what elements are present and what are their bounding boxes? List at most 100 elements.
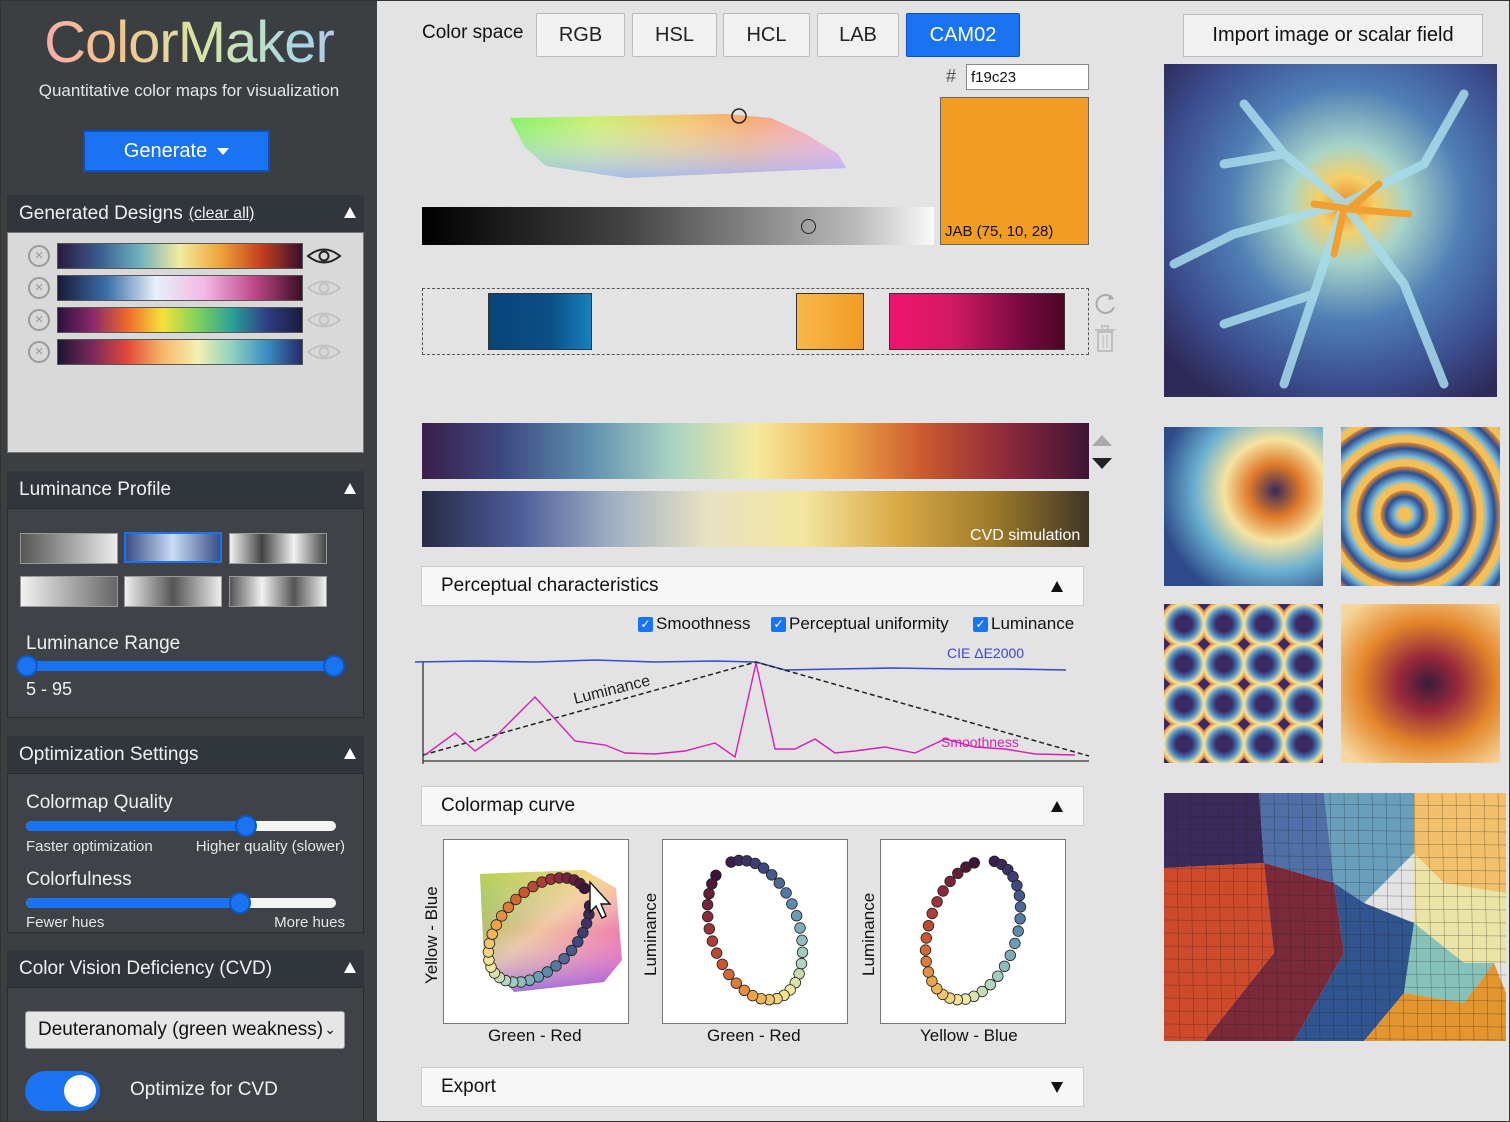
clear-all-link[interactable]: (clear all) (189, 205, 255, 223)
eye-icon[interactable] (306, 309, 342, 331)
luminance-profile-option[interactable] (20, 576, 118, 607)
curve-point (716, 958, 729, 971)
cvd-selected-value: Deuteranomaly (green weakness) (38, 1019, 324, 1040)
curve-point (730, 977, 743, 989)
lightness-handle[interactable] (801, 219, 816, 234)
quality-handle[interactable] (235, 815, 258, 837)
plot3-ylabel: Luminance (859, 892, 878, 976)
jab-readout: JAB (75, 10, 28) (945, 223, 1054, 240)
luminance-profile-option[interactable] (20, 533, 118, 564)
curve-point (773, 877, 786, 889)
color-space-rgb-button[interactable]: RGB (536, 13, 625, 57)
uniformity-label: Perceptual uniformity (789, 614, 949, 633)
curve-point (1004, 949, 1017, 962)
optimize-cvd-label: Optimize for CVD (130, 1079, 278, 1100)
lightness-slider[interactable] (422, 207, 934, 245)
remove-design-icon[interactable]: × (28, 341, 50, 363)
collapse-icon[interactable] (344, 483, 356, 494)
curve-point (922, 966, 935, 978)
smoothness-checkbox[interactable]: ✓ Smoothness (638, 614, 751, 634)
smoothness-curve-label: Smoothness (941, 734, 1019, 750)
generated-designs-list: × × × × (7, 232, 364, 453)
collapse-icon[interactable] (1051, 581, 1063, 592)
refresh-icon[interactable] (1093, 290, 1119, 316)
curve-plot-yb-lum[interactable] (880, 839, 1066, 1024)
generated-design-row[interactable]: × (28, 243, 348, 269)
colormap-preview (422, 423, 1089, 479)
curve-point (710, 869, 722, 882)
export-header[interactable]: Export (421, 1067, 1084, 1107)
luminance-profile-header[interactable]: Luminance Profile (7, 471, 364, 508)
cvd-title: Color Vision Deficiency (CVD) (19, 957, 273, 979)
eye-icon[interactable] (306, 341, 342, 363)
control-point-swatch[interactable] (488, 293, 592, 350)
arrow-down-icon[interactable] (1092, 458, 1112, 469)
luminance-range-value: 5 - 95 (26, 679, 73, 699)
curve-plot-gr-yb[interactable] (443, 839, 629, 1024)
quality-slider[interactable] (26, 821, 336, 831)
curve-title: Colormap curve (441, 795, 576, 816)
perceptual-plot: CIE ΔE2000 Luminance Smoothness (415, 645, 1090, 764)
cvd-simulation-label: CVD simulation (970, 527, 1081, 544)
control-point-swatch[interactable] (796, 293, 864, 350)
luminance-profile-option[interactable] (229, 576, 327, 607)
arrow-up-icon[interactable] (1092, 435, 1112, 446)
color-space-label: Color space (422, 22, 524, 43)
colorfulness-slider[interactable] (26, 898, 336, 908)
import-button[interactable]: Import image or scalar field (1183, 14, 1483, 57)
cvd-type-select[interactable]: Deuteranomaly (green weakness) ⌄ (25, 1011, 345, 1049)
collapse-icon[interactable] (344, 207, 356, 218)
design-colormap-bar[interactable] (57, 275, 303, 301)
eye-icon[interactable] (306, 277, 342, 299)
generated-design-row[interactable]: × (28, 339, 348, 365)
design-colormap-bar[interactable] (57, 307, 303, 333)
collapse-icon[interactable] (1051, 801, 1063, 812)
generate-button[interactable]: Generate (83, 130, 270, 172)
color-space-hsl-button[interactable]: HSL (632, 13, 717, 57)
optimization-settings-header[interactable]: Optimization Settings (7, 736, 364, 773)
luminance-profile-option[interactable] (124, 576, 222, 607)
luminance-checkbox[interactable]: ✓ Luminance (973, 614, 1074, 634)
colormap-curve-header[interactable]: Colormap curve (421, 786, 1084, 826)
remove-design-icon[interactable]: × (28, 245, 50, 267)
perceptual-characteristics-header[interactable]: Perceptual characteristics (421, 566, 1084, 606)
gamut-slice-picker[interactable] (506, 106, 851, 186)
uniformity-checkbox[interactable]: ✓ Perceptual uniformity (771, 614, 949, 634)
colorfulness-handle[interactable] (228, 892, 251, 914)
generated-design-row[interactable]: × (28, 307, 348, 333)
remove-design-icon[interactable]: × (28, 309, 50, 331)
expand-icon[interactable] (1051, 1082, 1063, 1093)
cvd-header[interactable]: Color Vision Deficiency (CVD) (7, 950, 364, 987)
curve-plot-gr-lum[interactable] (662, 839, 848, 1024)
optimize-cvd-toggle[interactable] (25, 1071, 100, 1111)
curve-point (937, 885, 949, 897)
color-space-lab-button[interactable]: LAB (817, 13, 899, 57)
hex-input[interactable]: f19c23 (966, 64, 1089, 90)
luminance-profile-option-selected[interactable] (124, 532, 222, 563)
curve-point (795, 957, 808, 970)
collapse-icon[interactable] (344, 962, 356, 973)
curve-point (723, 968, 735, 981)
app-frame: ColorMaker Quantitative color maps for v… (0, 0, 1510, 1122)
luminance-profile-option[interactable] (229, 533, 327, 564)
collapse-icon[interactable] (344, 748, 356, 759)
curve-point (992, 970, 1004, 982)
curve-point (920, 955, 932, 968)
luminance-range-slider[interactable] (26, 661, 336, 671)
remove-design-icon[interactable]: × (28, 277, 50, 299)
color-space-cam02-button[interactable]: CAM02 (906, 13, 1020, 57)
generated-designs-header[interactable]: Generated Designs (clear all) (7, 195, 364, 232)
luminance-max-handle[interactable] (323, 655, 345, 677)
eye-icon[interactable] (306, 245, 342, 267)
design-colormap-bar[interactable] (57, 243, 303, 269)
curve-point (926, 907, 938, 920)
luminance-profile-panel: Luminance Range 5 - 95 (7, 508, 364, 718)
county-map-preview (1164, 793, 1506, 1041)
control-point-swatch[interactable] (889, 293, 1065, 350)
trash-icon[interactable] (1094, 325, 1116, 353)
color-space-hcl-button[interactable]: HCL (723, 13, 810, 57)
luminance-min-handle[interactable] (16, 655, 38, 677)
generated-design-row[interactable]: × (28, 275, 348, 301)
design-colormap-bar[interactable] (57, 339, 303, 365)
curve-point (931, 896, 943, 908)
